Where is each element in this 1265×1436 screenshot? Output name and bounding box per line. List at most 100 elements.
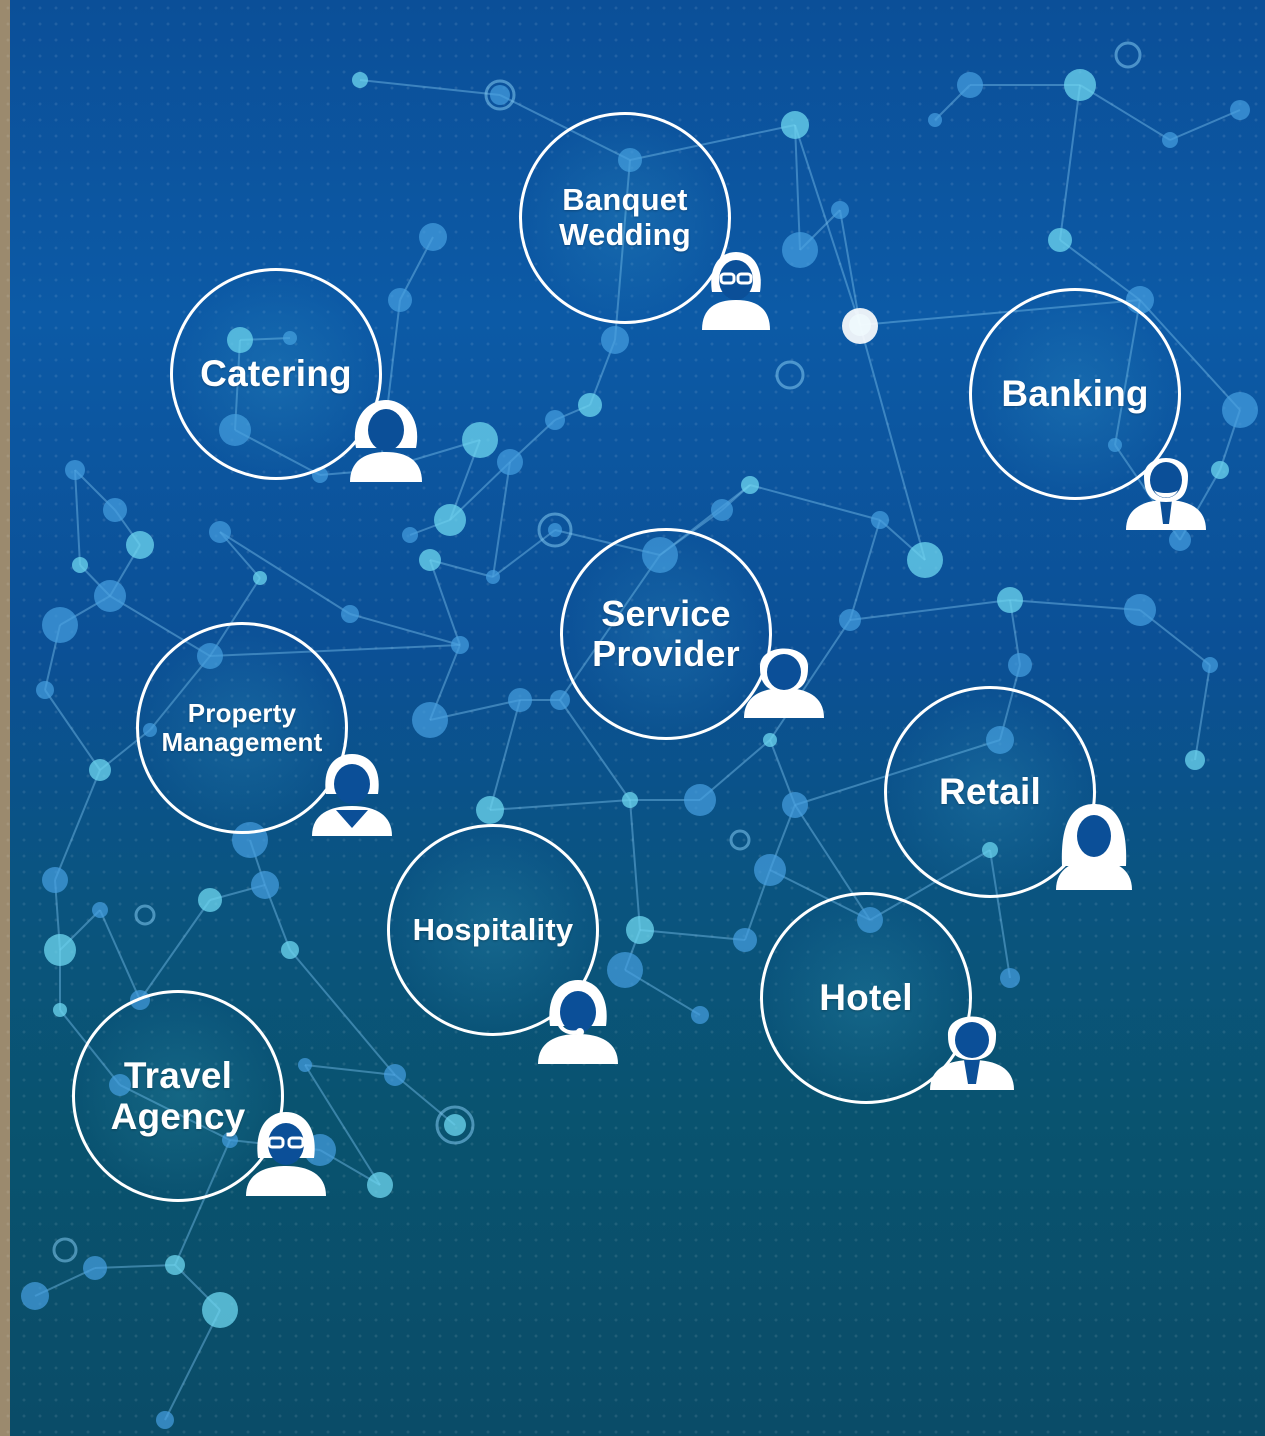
- network-link: [94, 1264, 176, 1269]
- node-label: Retail: [939, 771, 1041, 813]
- network-dot: [763, 733, 777, 747]
- network-dot: [388, 288, 412, 312]
- node-label: Banquet Wedding: [559, 182, 691, 252]
- network-dot: [1230, 100, 1250, 120]
- network-dot: [601, 326, 629, 354]
- network-dot: [384, 1064, 406, 1086]
- network-dot: [281, 941, 299, 959]
- node-label: Travel Agency: [110, 1054, 246, 1137]
- node-label: Catering: [200, 353, 352, 395]
- network-dot: [434, 504, 466, 536]
- network-link: [394, 1074, 456, 1126]
- network-link: [219, 531, 351, 615]
- network-dot: [419, 223, 447, 251]
- network-link: [44, 689, 101, 771]
- network-dot: [1202, 657, 1218, 673]
- network-link: [794, 124, 801, 251]
- network-dot: [497, 449, 523, 475]
- network-dot: [53, 1003, 67, 1017]
- network-dot: [490, 85, 510, 105]
- network-dot: [781, 111, 809, 139]
- network-dot: [251, 871, 279, 899]
- network-link: [749, 484, 881, 521]
- woman-icon: [350, 400, 422, 482]
- network-link: [849, 599, 1011, 621]
- network-ring: [52, 1237, 78, 1263]
- network-dot: [782, 792, 808, 818]
- network-dot: [156, 1411, 174, 1429]
- node-label: Banking: [1001, 373, 1149, 415]
- network-link: [349, 613, 461, 646]
- network-dot: [550, 690, 570, 710]
- network-dot: [402, 527, 418, 543]
- node-label: Hotel: [819, 977, 913, 1019]
- network-dot: [684, 784, 716, 816]
- network-dot: [997, 587, 1023, 613]
- network-link: [54, 769, 101, 881]
- network-dot: [202, 1292, 238, 1328]
- network-dot: [42, 607, 78, 643]
- network-dot: [92, 902, 108, 918]
- network-link: [1169, 109, 1241, 141]
- network-link: [849, 519, 881, 621]
- woman-headset-icon: [538, 980, 618, 1064]
- network-link: [794, 124, 861, 326]
- network-ring: [134, 904, 156, 926]
- network-dot: [1162, 132, 1178, 148]
- network-dot: [444, 1114, 466, 1136]
- network-dot: [209, 521, 231, 543]
- network-dot: [103, 498, 127, 522]
- woman-glasses-icon: [702, 252, 770, 330]
- network-dot: [486, 570, 500, 584]
- network-link: [489, 799, 631, 811]
- network-dot: [352, 72, 368, 88]
- network-dot: [36, 681, 54, 699]
- network-link: [1009, 599, 1141, 611]
- network-ring: [775, 360, 805, 390]
- network-dot: [782, 232, 818, 268]
- network-link: [304, 1064, 396, 1076]
- network-dot: [165, 1255, 185, 1275]
- infographic-canvas: Banquet Wedding Catering Banking Service…: [0, 0, 1265, 1436]
- network-dot: [253, 571, 267, 585]
- network-link: [164, 1309, 221, 1421]
- network-link: [492, 529, 556, 578]
- network-dot: [622, 792, 638, 808]
- man-beard-tie-icon: [1126, 458, 1206, 530]
- network-link: [859, 324, 926, 561]
- network-dot: [928, 113, 942, 127]
- network-dot: [1124, 594, 1156, 626]
- woman-long-hair-icon: [1056, 804, 1132, 890]
- node-label: Hospitality: [412, 911, 574, 947]
- network-dot: [42, 867, 68, 893]
- glow-spot: [842, 308, 878, 344]
- network-dot: [1169, 529, 1191, 551]
- network-dot: [72, 557, 88, 573]
- network-dot: [741, 476, 759, 494]
- network-dot: [1222, 392, 1258, 428]
- network-dot: [198, 888, 222, 912]
- network-ring: [729, 829, 751, 851]
- network-link: [359, 79, 501, 96]
- network-dot: [1008, 653, 1032, 677]
- network-dot: [871, 511, 889, 529]
- network-link: [629, 799, 641, 931]
- woman-glasses-icon: [246, 1112, 326, 1196]
- network-link: [289, 949, 396, 1076]
- man-icon: [744, 648, 824, 718]
- network-dot: [1211, 461, 1229, 479]
- network-link: [489, 699, 521, 811]
- network-dot: [548, 523, 562, 537]
- network-dot: [341, 605, 359, 623]
- network-dot: [754, 854, 786, 886]
- network-dot: [476, 796, 504, 824]
- network-dot: [412, 702, 448, 738]
- network-dot: [1185, 750, 1205, 770]
- network-link: [74, 469, 81, 566]
- network-dot: [907, 542, 943, 578]
- network-dot: [44, 934, 76, 966]
- node-label: Service Provider: [592, 592, 740, 674]
- network-dot: [691, 1006, 709, 1024]
- network-link: [839, 209, 861, 326]
- woman-scarf-icon: [312, 754, 392, 836]
